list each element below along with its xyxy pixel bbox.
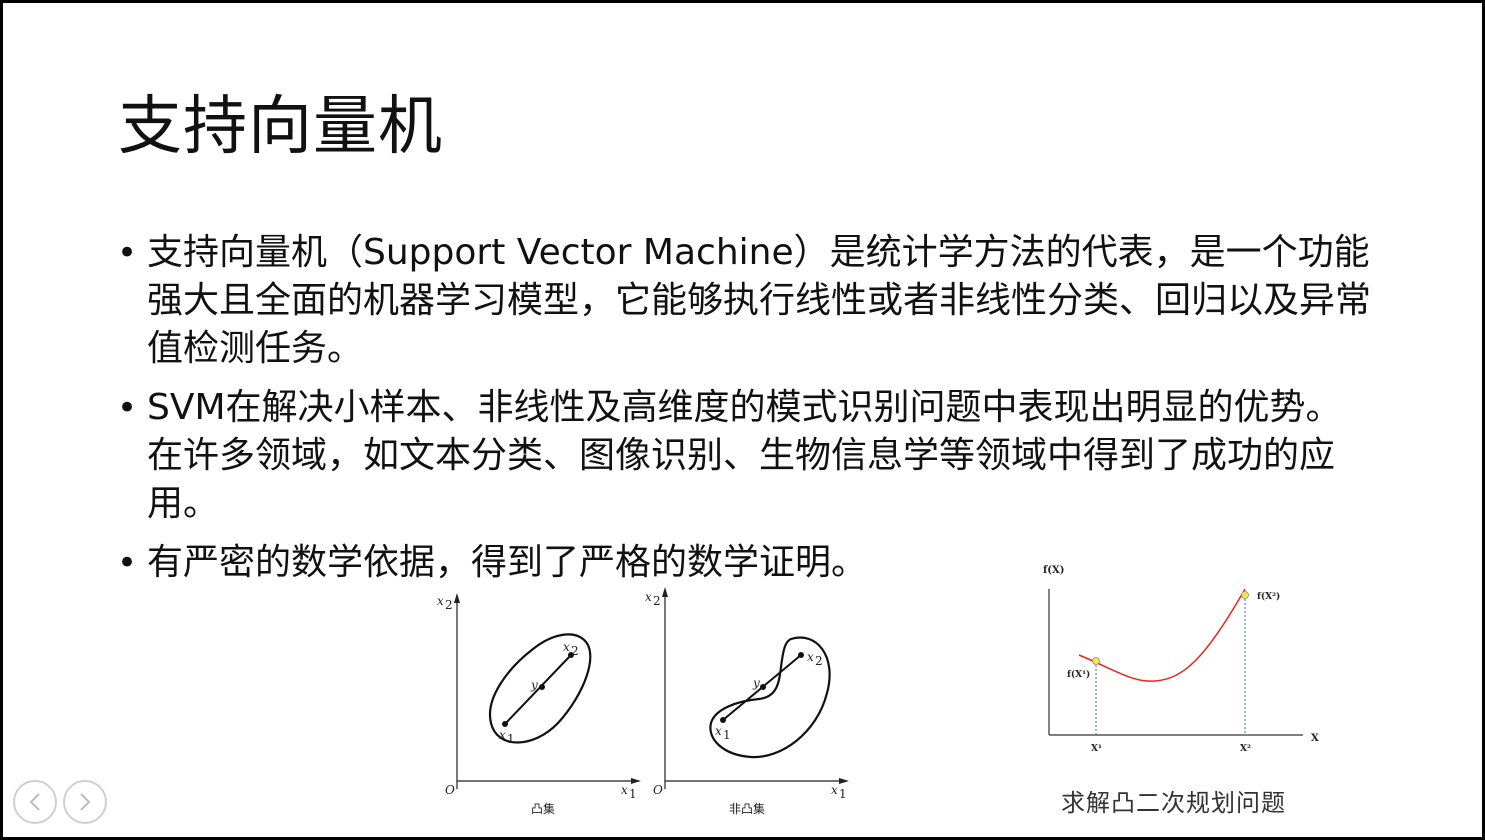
nonconvex-point-x1: x <box>715 724 722 738</box>
convex-axis-x: x <box>621 783 628 797</box>
quadratic-x-label: X <box>1311 733 1319 744</box>
convex-point-y: y <box>530 678 538 692</box>
convex-point-x2-sub: 2 <box>571 644 579 658</box>
quadratic-fx2-label: f(X²) <box>1257 591 1280 602</box>
previous-slide-button[interactable] <box>13 780 57 824</box>
bullet-item: 支持向量机（Support Vector Machine）是统计学方法的代表，是… <box>115 229 1375 373</box>
quadratic-caption: 求解凸二次规划问题 <box>1061 789 1286 817</box>
convex-caption: 凸集 <box>531 801 555 816</box>
quadratic-y-label: f(X) <box>1043 565 1065 576</box>
nonconvex-point-x2-sub: 2 <box>815 654 823 668</box>
nonconvex-point-x2: x <box>807 650 814 664</box>
convex-set-figure: x 2 x 1 O x 1 y x 2 凸集 <box>433 591 648 821</box>
nonconvex-axis-y-sub: 2 <box>653 594 661 608</box>
nonconvex-origin: O <box>653 783 663 797</box>
convex-point-x1-sub: 1 <box>507 732 515 746</box>
quadratic-figure: f(X) X f(X¹) f(X²) X¹ X² <box>1033 559 1333 759</box>
nonconvex-set-figure: x 2 x 1 O x 1 y x 2 非凸集 <box>641 583 856 821</box>
convex-axis-x-sub: 1 <box>629 787 637 801</box>
chevron-right-icon <box>80 793 91 811</box>
slide: 支持向量机 支持向量机（Support Vector Machine）是统计学方… <box>3 3 1482 837</box>
convex-axis-y: x <box>437 594 444 608</box>
convex-point-x1: x <box>499 728 506 742</box>
slide-title: 支持向量机 <box>118 90 443 164</box>
nonconvex-axis-y: x <box>645 590 652 604</box>
convex-origin: O <box>445 783 455 797</box>
quadratic-x2-label: X² <box>1240 744 1251 754</box>
convex-point-x2: x <box>563 640 570 654</box>
nonconvex-point-y: y <box>752 676 760 690</box>
bullet-item: SVM在解决小样本、非线性及高维度的模式识别问题中表现出明显的优势。在许多领域，… <box>115 384 1375 528</box>
nonconvex-caption: 非凸集 <box>729 801 765 816</box>
bullet-list: 支持向量机（Support Vector Machine）是统计学方法的代表，是… <box>115 229 1375 598</box>
convex-axis-y-sub: 2 <box>445 598 453 612</box>
quadratic-x1-label: X¹ <box>1091 744 1102 754</box>
nonconvex-axis-x-sub: 1 <box>839 787 847 801</box>
next-slide-button[interactable] <box>63 780 107 824</box>
quadratic-fx1-label: f(X¹) <box>1067 669 1090 680</box>
nonconvex-axis-x: x <box>831 783 838 797</box>
nonconvex-point-x1-sub: 1 <box>723 728 731 742</box>
chevron-left-icon <box>29 793 40 811</box>
